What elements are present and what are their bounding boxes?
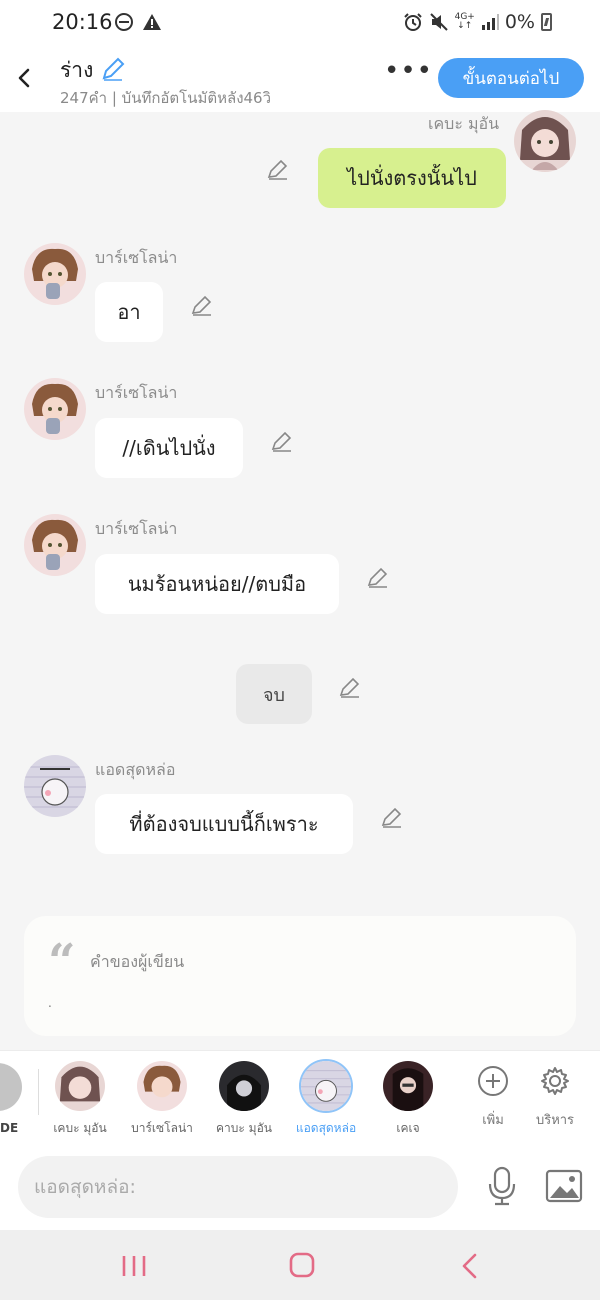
character-name: แอดสุดหล่อ [295, 1121, 357, 1135]
character-name: เคบะ มุอัน [53, 1121, 107, 1135]
message-bubble[interactable]: ไปนั่งตรงนั้นไป [318, 148, 506, 208]
message-sender: เคบะ มุอัน [428, 114, 500, 133]
nav-back-icon[interactable] [450, 1250, 490, 1282]
character-name: บาร์เซโลน่า [131, 1121, 193, 1135]
character-kj[interactable]: เคเจ [368, 1061, 448, 1143]
avatar-barcelona[interactable] [24, 243, 86, 305]
avatar [55, 1061, 105, 1111]
avatar [137, 1061, 187, 1111]
narration-bubble[interactable]: จบ [236, 664, 312, 724]
message-bubble[interactable]: อา [95, 282, 163, 342]
message-sender: บาร์เซโลน่า [95, 519, 178, 538]
battery-percent: 0% [504, 11, 535, 33]
back-icon[interactable] [10, 60, 40, 96]
add-icon [478, 1066, 508, 1096]
manage-label: บริหาร [535, 1113, 575, 1128]
add-label: เพิ่ม [482, 1113, 504, 1128]
more-options-button[interactable]: ••• [384, 58, 432, 88]
character-adsudlor[interactable]: แอดสุดหล่อ [286, 1061, 366, 1143]
mute-icon [429, 13, 448, 31]
avatar [219, 1061, 269, 1111]
status-bar: 20:16 4G+ ↓↑ 0% [0, 0, 600, 48]
author-note-text: . [48, 996, 52, 1010]
draft-title: ร่าง [60, 58, 94, 82]
network-type: 4G+ ↓↑ [454, 12, 475, 31]
edit-message-icon[interactable] [190, 294, 214, 318]
status-time: 20:16 [52, 10, 113, 34]
message-bubble[interactable]: นมร้อนหน่อย//ตบมือ [95, 554, 339, 614]
avatar [301, 1061, 351, 1111]
editor-header: ร่าง 247คำ | บันทึกอัตโนมัติหลัง46วิ •••… [0, 48, 600, 112]
message-input[interactable] [18, 1156, 458, 1218]
avatar-barcelona[interactable] [24, 378, 86, 440]
composer-bar [0, 1146, 600, 1230]
manage-characters-button[interactable]: บริหาร [525, 1063, 585, 1143]
add-character-button[interactable]: เพิ่ม [463, 1063, 523, 1143]
draft-subtitle: 247คำ | บันทึกอัตโนมัติหลัง46วิ [60, 89, 272, 107]
system-nav-bar [0, 1230, 600, 1300]
character-bar: DE เคบะ มุอัน บาร์เซโลน่า คาบะ มุอัน แอด… [0, 1050, 600, 1146]
image-icon[interactable] [544, 1168, 584, 1204]
microphone-icon[interactable] [484, 1164, 520, 1208]
author-note-card[interactable]: “ คำของผู้เขียน . [24, 916, 576, 1036]
edit-message-icon[interactable] [366, 566, 390, 590]
avatar-kebamuan[interactable] [514, 110, 576, 172]
gear-icon [541, 1067, 569, 1095]
do-not-disturb-icon [115, 13, 133, 31]
narration-label: DE [0, 1121, 19, 1135]
signal-icon [481, 14, 499, 30]
narration-button[interactable] [0, 1063, 22, 1111]
divider [38, 1069, 39, 1115]
edit-message-icon[interactable] [380, 806, 404, 830]
edit-message-icon[interactable] [266, 158, 290, 182]
character-barcelona[interactable]: บาร์เซโลน่า [122, 1061, 202, 1143]
character-kebamuan[interactable]: เคบะ มุอัน [40, 1061, 120, 1143]
message-sender: บาร์เซโลน่า [95, 383, 178, 402]
battery-icon [541, 13, 552, 31]
alarm-icon [403, 13, 422, 31]
home-icon[interactable] [282, 1250, 322, 1282]
edit-message-icon[interactable] [270, 430, 294, 454]
message-sender: บาร์เซโลน่า [95, 248, 178, 267]
quote-icon: “ [48, 934, 76, 990]
message-bubble[interactable]: ที่ต้องจบแบบนี้ก็เพราะ [95, 794, 353, 854]
author-note-label: คำของผู้เขียน [90, 952, 185, 971]
character-kabamuan[interactable]: คาบะ มุอัน [204, 1061, 284, 1143]
edit-title-icon[interactable] [100, 56, 126, 82]
edit-message-icon[interactable] [338, 676, 362, 700]
message-sender: แอดสุดหล่อ [95, 760, 176, 779]
avatar [383, 1061, 433, 1111]
next-step-button[interactable]: ขั้นตอนต่อไป [438, 58, 584, 98]
character-name: เคเจ [396, 1121, 420, 1135]
chat-area: เคบะ มุอัน ไปนั่งตรงนั้นไป บาร์เซโลน่า อ… [0, 110, 600, 1050]
message-bubble[interactable]: //เดินไปนั่ง [95, 418, 243, 478]
avatar-barcelona[interactable] [24, 514, 86, 576]
avatar-adsudlor[interactable] [24, 755, 86, 817]
recent-apps-icon[interactable] [114, 1250, 154, 1282]
warning-icon [143, 14, 161, 30]
character-name: คาบะ มุอัน [216, 1121, 272, 1135]
